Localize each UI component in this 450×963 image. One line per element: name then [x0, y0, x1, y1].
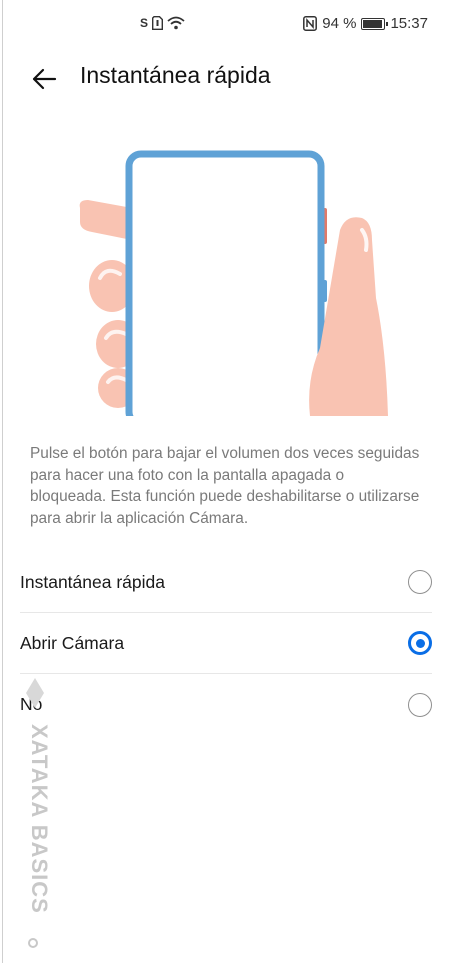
battery-percent: 94 %: [322, 15, 357, 32]
options-list: Instantánea rápida Abrir Cámara No: [20, 552, 432, 735]
watermark-label: XATAKA BASICS: [27, 724, 52, 914]
watermark-text: XATAKA BASICS: [22, 724, 52, 924]
page-title: Instantánea rápida: [80, 62, 271, 88]
battery-fill: [363, 19, 383, 28]
app-bar: Instantánea rápida: [0, 50, 450, 106]
status-left-icons: S: [140, 16, 185, 30]
battery-icon: [361, 17, 389, 30]
feature-description: Pulse el botón para bajar el volumen dos…: [30, 445, 420, 527]
option-instant-snapshot[interactable]: Instantánea rápida: [20, 552, 432, 613]
option-open-camera[interactable]: Abrir Cámara: [20, 613, 432, 674]
watermark: XATAKA BASICS: [20, 678, 52, 963]
radio-button[interactable]: [408, 631, 432, 655]
watermark-logo-icon: [26, 678, 44, 708]
sim-card-icon: [152, 16, 164, 30]
status-bar: S 94 % 15:37: [0, 0, 450, 50]
status-time: 15:37: [390, 15, 428, 32]
status-right-icons: 94 % 15:37: [303, 15, 428, 32]
quick-snapshot-illustration: [79, 150, 388, 416]
phone-body: [125, 150, 325, 416]
option-label: Instantánea rápida: [20, 571, 165, 592]
radio-button[interactable]: [408, 570, 432, 594]
left-edge-line: [2, 0, 3, 963]
watermark-dot-icon: [28, 938, 38, 948]
wifi-icon: [167, 16, 185, 30]
back-button[interactable]: [28, 64, 60, 94]
finger-top-back: [79, 200, 132, 240]
radio-button[interactable]: [408, 692, 432, 717]
sim-s-icon: S: [140, 16, 149, 30]
nfc-icon: [303, 16, 318, 31]
option-label: Abrir Cámara: [20, 632, 125, 653]
option-off[interactable]: No: [20, 674, 432, 735]
arrow-left-icon: [32, 68, 57, 90]
